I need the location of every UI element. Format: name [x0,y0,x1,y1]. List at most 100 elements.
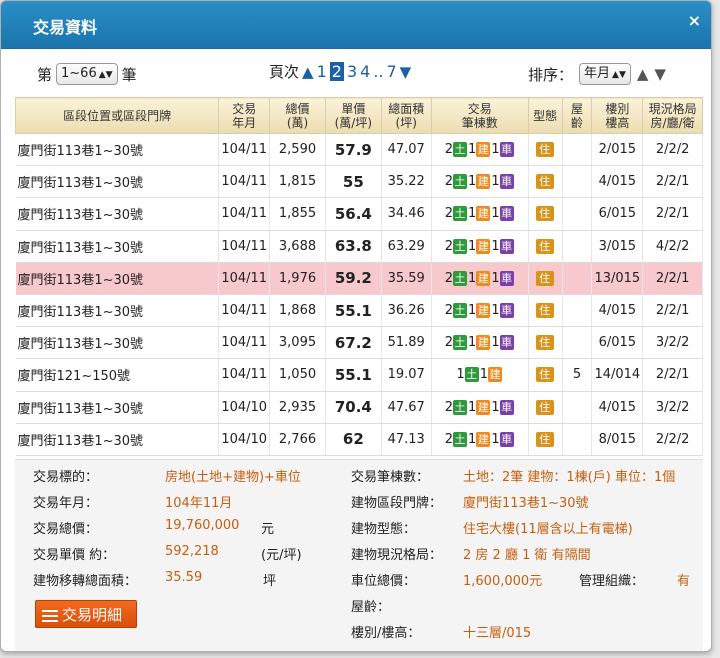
column-header: 型態 [527,97,563,134]
parking-badge: 車 [499,303,514,319]
building-badge: 建 [476,335,491,351]
table-row[interactable]: 廈門街113巷1~30號 104/11 1,815 55 35.22 2 土 1 建 1 車住 4/0… [15,165,703,199]
land-badge: 土 [453,174,468,190]
table-row[interactable]: 廈門街113巷1~30號 104/10 2,935 70.4 47.67 2 土 1 建 1 車住 4… [15,391,703,424]
page-link-1[interactable]: 1 [317,62,327,81]
address-cell: 廈門街121~150號 [15,358,220,392]
land-badge: 土 [453,335,468,351]
layout-cell: 2/2/1 [642,294,703,328]
table-row[interactable]: 廈門街121~150號 104/11 1,050 55.1 19.07 1 土 1 建住 5 14/… [15,358,703,392]
page-links: 1 2 3 4.. 7 [317,62,397,81]
count-cell: 2土1建1車 [431,262,529,295]
column-header: 區段位置或區段門牌 [14,97,220,134]
column-header: 總價 (萬) [269,97,326,134]
area-cell: 34.46 [381,197,432,231]
next-page-icon[interactable]: ▼ [400,63,412,81]
dialog-content: 第 1~66 ▲▼ 筆 頁次 ▲ 1 2 3 4.. 7 ▼ 排序： 年月 ▲▼ ▲ ▼ [11,49,703,651]
count-number: 1 [491,142,500,158]
count-number: 1 [491,399,500,415]
age-cell [562,197,593,231]
table-row[interactable]: 廈門街113巷1~30號 104/11 2,590 57.9 47.07 2 土 1 建 1 車住 2… [15,133,703,167]
layout-cell: 2/2/2 [642,133,703,167]
page-link-3[interactable]: 3 [347,62,357,81]
address-cell: 廈門街113巷1~30號 [15,294,220,328]
table-row[interactable]: 廈門街113巷1~30號 104/11 1,855 56.4 34.46 2 土 1 建 1 車住 6… [15,197,703,231]
date-cell: 104/11 [218,197,271,231]
parking-badge: 車 [499,142,514,158]
ym-label: 交易年月： [33,496,99,511]
count-number: 2 [444,142,454,158]
address-cell: 廈門街113巷1~30號 [15,262,220,295]
address-cell: 廈門街113巷1~30號 [15,326,220,360]
residential-badge: 住 [535,174,554,190]
unit-price-cell: 62 [325,423,382,456]
sort-select[interactable]: 年月 ▲▼ [579,63,631,85]
residential-badge: 住 [535,238,554,254]
type-label: 建物型態： [351,522,417,537]
age-cell [562,230,593,263]
building-badge: 建 [476,431,491,447]
layout-cell: 2/2/1 [642,358,703,392]
age-cell: 5 [562,358,593,392]
area-cell: 35.59 [381,262,432,295]
table-row[interactable]: 廈門街113巷1~30號 104/11 3,688 63.8 63.29 2 土 1 建 1 車住 3… [15,230,703,263]
sort-desc-icon[interactable]: ▼ [654,65,666,83]
page-link-2[interactable]: 2 [329,62,344,81]
land-badge: 土 [464,367,479,383]
addr-value: 廈門街113巷1~30號 [463,496,589,511]
table-row[interactable]: 廈門街113巷1~30號 104/10 2,766 62 47.13 2 土 1 建 1 車住 8/0… [15,423,703,456]
date-cell: 104/10 [218,391,271,424]
area-label: 建物移轉總面積： [33,574,138,589]
building-badge: 建 [476,142,491,158]
building-badge: 建 [476,303,491,319]
age-cell [562,165,593,199]
page-link-7[interactable]: 7 [386,62,396,81]
land-badge: 土 [453,142,468,158]
sort-asc-icon[interactable]: ▲ [637,65,649,83]
count-number: 1 [468,174,477,190]
count-cell: 2土1建1車 [431,391,529,424]
land-badge: 土 [453,238,468,254]
residential-badge: 住 [535,142,554,158]
count-number: 2 [444,174,454,190]
area-cell: 51.89 [381,326,432,360]
type-cell: 住 [528,197,563,231]
range-suffix: 筆 [121,65,137,84]
transaction-detail-button[interactable]: 交易明細 [35,600,137,628]
total-price-cell: 3,688 [269,230,326,263]
page-link-4[interactable]: 4 [360,62,370,81]
count-number: 1 [491,431,500,447]
range-select[interactable]: 1~66 ▲▼ [56,63,118,85]
table-row[interactable]: 廈門街113巷1~30號 104/11 3,095 67.2 51.89 2 土 1 建 1 車住 6… [15,326,703,360]
count-cell: 1土1建 [431,358,529,392]
type-cell: 住 [528,326,563,360]
date-cell: 104/11 [218,358,271,392]
count-number: 1 [468,303,477,319]
layout-cell: 2/2/2 [642,423,703,456]
age-cell [562,262,593,295]
count-cell: 2土1建1車 [431,197,529,231]
land-badge: 土 [453,303,468,319]
type-cell: 住 [528,262,563,295]
type-cell: 住 [528,391,563,424]
table-row[interactable]: 廈門街113巷1~30號 104/11 1,868 55.1 36.26 2 土 1 建 1 車住 4… [15,294,703,328]
close-icon[interactable]: × [688,11,701,30]
address-cell: 廈門街113巷1~30號 [15,133,220,167]
prev-page-icon[interactable]: ▲ [302,63,314,81]
mgmt-label: 管理組織： [579,574,645,589]
total-value: 19,760,000 [165,518,240,533]
address-cell: 廈門街113巷1~30號 [15,230,220,263]
floor-cell: 3/015 [591,230,644,263]
count-cell: 2土1建1車 [431,326,529,360]
column-header: 交易 筆棟數 [430,97,529,134]
count-number: 1 [468,142,477,158]
mgmt-value: 有 [677,574,691,589]
total-price-cell: 1,868 [269,294,326,328]
age-cell [562,326,593,360]
column-header: 交易 年月 [218,97,271,134]
count-number: 2 [444,238,454,254]
table-row[interactable]: 廈門街113巷1~30號 104/11 1,976 59.2 35.59 2 土 1 建 1 車住 1… [15,262,703,295]
unit-value: 592,218 [165,544,219,559]
building-badge: 建 [476,238,491,254]
floor-cell: 14/014 [591,358,644,392]
